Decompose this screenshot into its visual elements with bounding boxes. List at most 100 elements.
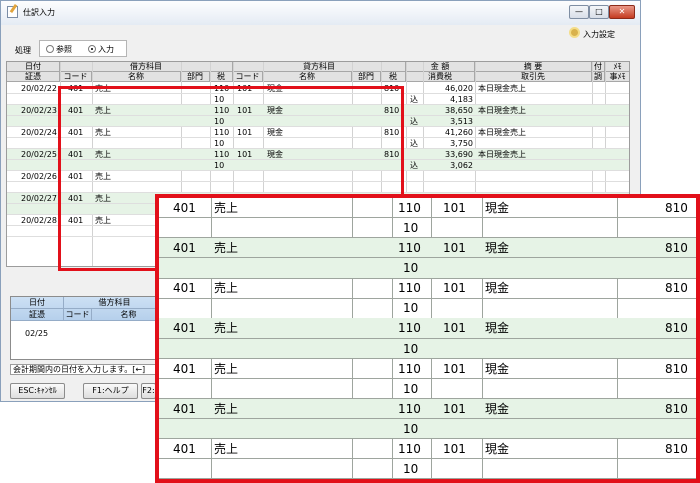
header-amount: 金 額 — [406, 62, 475, 72]
tax-flag[interactable] — [410, 182, 422, 193]
zoom-debit-tax: 110 — [398, 321, 421, 336]
help-button[interactable]: F1:ヘルプ — [83, 383, 138, 399]
minimize-button[interactable]: — — [569, 5, 589, 19]
zoom-credit-name: 現金 — [485, 281, 510, 296]
title-bar[interactable]: 仕訳入力 — □ ✕ — [1, 1, 640, 25]
zoom-debit-tax: 110 — [398, 401, 421, 416]
pencil-icon — [7, 6, 18, 18]
entry-date[interactable]: 20/02/26 — [21, 171, 61, 182]
date-input[interactable]: 02/25 — [25, 328, 48, 339]
entry-date[interactable]: 20/02/22 — [21, 83, 61, 94]
summary[interactable]: 本日現金売上 — [478, 83, 588, 94]
zoom-credit-tax: 810 — [665, 441, 688, 456]
tax-amount[interactable]: 3,750 — [425, 138, 473, 149]
zoom-debit-name: 売上 — [214, 321, 239, 336]
maximize-button[interactable]: □ — [589, 5, 609, 19]
tax-amount[interactable]: 3,062 — [425, 160, 473, 171]
zoom-debit-tax: 110 — [398, 361, 421, 376]
zoom-credit-tax: 810 — [665, 281, 688, 296]
amount[interactable] — [407, 171, 473, 182]
zoom-sub-tax: 10 — [403, 421, 419, 436]
zoom-credit-name: 現金 — [485, 361, 510, 376]
zoom-credit-code: 101 — [443, 241, 466, 256]
zoom-sub-tax: 10 — [403, 261, 419, 276]
header-credit-dept: 部門 — [352, 72, 381, 82]
tax-flag[interactable]: 込 — [410, 94, 422, 105]
window-title: 仕訳入力 — [23, 8, 55, 17]
header-tax-amount: 消費税 — [406, 72, 475, 82]
zoom-callout: 401 売上 110 101 現金 810 10 401 売上 110 101 現金 810 10 401 売… — [155, 194, 700, 483]
entry-date[interactable]: 20/02/23 — [21, 105, 61, 116]
zoom-credit-code: 101 — [443, 201, 466, 215]
cancel-button[interactable]: ESC:ｷｬﾝｾﾙ — [10, 383, 65, 399]
header-credit-code: コード — [233, 72, 263, 82]
zoom-debit-tax: 110 — [398, 201, 421, 215]
header-debit-code: コード — [60, 72, 92, 82]
mode-reference-radio[interactable] — [46, 45, 54, 53]
zoom-debit-name: 売上 — [214, 361, 239, 376]
zoom-credit-tax: 810 — [665, 321, 688, 336]
zoom-credit-code: 101 — [443, 361, 466, 376]
tax-amount[interactable]: 3,513 — [425, 116, 473, 127]
tax-flag[interactable]: 込 — [410, 116, 422, 127]
zoom-debit-tax: 110 — [398, 241, 421, 256]
mode-radio-group: 参照 入力 — [39, 40, 127, 57]
lower-header-date: 日付 — [11, 297, 64, 309]
mode-input-radio[interactable] — [88, 45, 96, 53]
entry-date[interactable]: 20/02/28 — [21, 215, 61, 226]
summary[interactable]: 本日現金売上 — [478, 127, 588, 138]
zoom-debit-code: 401 — [173, 241, 196, 256]
zoom-debit-name: 売上 — [214, 201, 239, 215]
header-attach: 付 — [592, 62, 605, 72]
amount[interactable]: 41,260 — [407, 127, 473, 138]
summary[interactable] — [478, 171, 588, 182]
zoom-credit-name: 現金 — [485, 241, 510, 256]
tax-flag[interactable]: 込 — [410, 138, 422, 149]
input-settings-button[interactable]: 入力設定 — [569, 27, 621, 41]
header-partner: 取引先 — [475, 72, 592, 82]
header-voucher: 証憑 — [7, 72, 60, 82]
header-debit-dept: 部門 — [181, 72, 210, 82]
zoom-column-divider — [696, 198, 697, 479]
tax-flag[interactable]: 込 — [410, 160, 422, 171]
zoom-credit-tax: 810 — [665, 201, 688, 215]
zoom-sub-tax: 10 — [403, 461, 419, 476]
mode-reference-label[interactable]: 参照 — [56, 44, 72, 55]
tax-amount[interactable] — [425, 182, 473, 193]
process-label: 処理 — [15, 46, 31, 55]
header-credit-name: 名称 — [263, 72, 352, 82]
header-debit-name: 名称 — [92, 72, 181, 82]
header-credit-tax: 税 — [381, 72, 406, 82]
zoom-credit-code: 101 — [443, 281, 466, 296]
f2-button[interactable]: F2: — [141, 383, 156, 399]
entry-input-header: 日付 借方科目 証憑 コード 名称 — [11, 297, 166, 321]
header-debit-tax: 税 — [210, 72, 233, 82]
zoom-debit-name: 売上 — [214, 281, 239, 296]
amount[interactable]: 46,020 — [407, 83, 473, 94]
mode-input-label[interactable]: 入力 — [98, 44, 114, 55]
zoom-debit-code: 401 — [173, 321, 196, 336]
input-settings-label: 入力設定 — [583, 30, 615, 39]
amount[interactable]: 33,690 — [407, 149, 473, 160]
amount[interactable]: 38,650 — [407, 105, 473, 116]
zoom-credit-name: 現金 — [485, 401, 510, 416]
close-button[interactable]: ✕ — [609, 5, 635, 19]
entry-date[interactable]: 20/02/25 — [21, 149, 61, 160]
zoom-debit-name: 売上 — [214, 401, 239, 416]
zoom-credit-name: 現金 — [485, 201, 510, 215]
header-adjust: 調 — [592, 72, 605, 82]
zoom-credit-code: 101 — [443, 401, 466, 416]
entry-date[interactable]: 20/02/24 — [21, 127, 61, 138]
tax-amount[interactable]: 4,183 — [425, 94, 473, 105]
zoom-debit-tax: 110 — [398, 441, 421, 456]
zoom-sub-tax: 10 — [403, 381, 419, 396]
zoom-sub-tax: 10 — [403, 221, 419, 236]
zoom-credit-code: 101 — [443, 441, 466, 456]
lower-header-code: コード — [64, 309, 92, 321]
entry-date[interactable]: 20/02/27 — [21, 193, 61, 204]
gear-icon — [569, 27, 580, 38]
status-message: 会計期間内の日付を入力します。[←] — [10, 364, 170, 375]
summary[interactable]: 本日現金売上 — [478, 149, 588, 160]
summary[interactable]: 本日現金売上 — [478, 105, 588, 116]
lower-header-voucher: 証憑 — [11, 309, 64, 321]
